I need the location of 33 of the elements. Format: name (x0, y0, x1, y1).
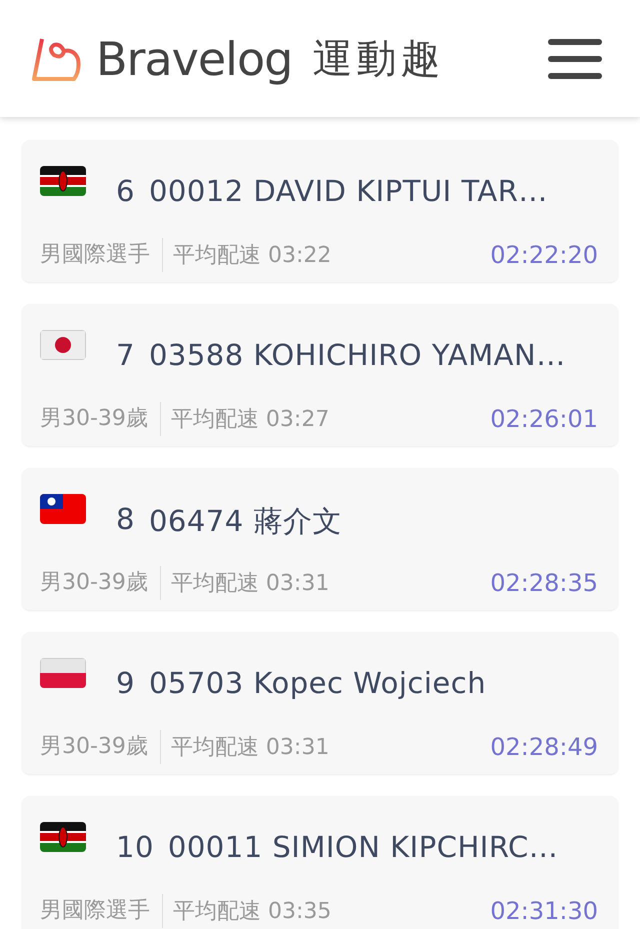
finish-time: 02:28:49 (490, 733, 598, 761)
brand-chinese-name: 運動趣 (312, 35, 444, 84)
average-pace: 平均配速 03:22 (172, 242, 332, 270)
runner-name: 03588 KOHICHIRO YAMAN… (148, 338, 566, 372)
rank: 9 (116, 666, 135, 700)
finish-time: 02:22:20 (490, 241, 598, 269)
age-group: 男30-39歲 (40, 402, 161, 436)
rank: 6 (116, 174, 135, 208)
flag-icon (40, 658, 86, 688)
flag-icon (40, 330, 86, 360)
finish-time: 02:26:01 (490, 405, 598, 433)
age-group: 男國際選手 (40, 894, 163, 928)
brand-name: Bravelog (96, 32, 292, 86)
runner-name: 00012 DAVID KIPTUI TAR… (148, 174, 548, 208)
runner-name: 06474 蔣介文 (148, 503, 342, 540)
average-pace: 平均配速 03:31 (170, 570, 330, 598)
rank: 8 (116, 502, 135, 538)
flag-icon (40, 822, 86, 852)
average-pace: 平均配速 03:35 (172, 898, 332, 926)
age-group: 男國際選手 (40, 238, 163, 272)
age-group: 男30-39歲 (40, 730, 161, 764)
runner-name: 05703 Kopec Wojciech (148, 666, 486, 700)
average-pace: 平均配速 03:27 (170, 406, 330, 434)
menu-icon[interactable] (548, 38, 602, 78)
runner-name: 00011 SIMION KIPCHIRC… (168, 830, 558, 864)
flag-icon (40, 166, 86, 196)
age-group: 男30-39歲 (40, 566, 161, 600)
rank: 7 (116, 338, 135, 372)
finish-time: 02:31:30 (490, 897, 598, 925)
rank: 10 (116, 830, 154, 864)
flag-icon (40, 494, 86, 524)
average-pace: 平均配速 03:31 (170, 734, 330, 762)
finish-time: 02:28:35 (490, 569, 598, 597)
